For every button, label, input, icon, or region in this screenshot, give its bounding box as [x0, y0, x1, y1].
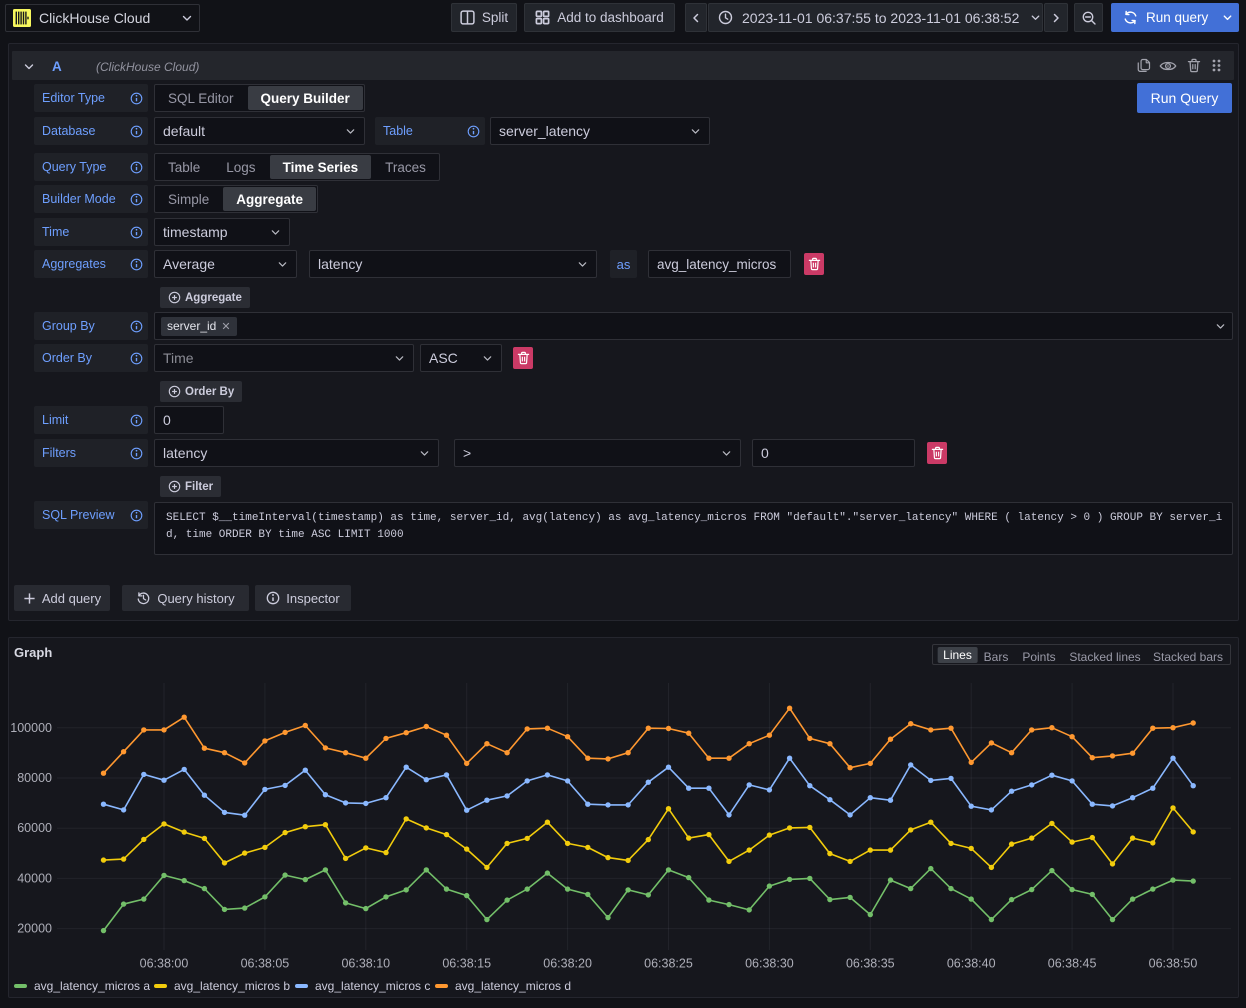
svg-text:06:38:45: 06:38:45	[1048, 957, 1097, 971]
svg-text:06:38:20: 06:38:20	[543, 957, 592, 971]
svg-text:80000: 80000	[17, 771, 52, 785]
svg-text:06:38:35: 06:38:35	[846, 957, 895, 971]
svg-text:06:38:25: 06:38:25	[644, 957, 693, 971]
svg-text:06:38:10: 06:38:10	[341, 957, 390, 971]
svg-text:40000: 40000	[17, 871, 52, 885]
svg-text:06:38:40: 06:38:40	[947, 957, 996, 971]
svg-text:06:38:00: 06:38:00	[140, 957, 189, 971]
svg-text:20000: 20000	[17, 922, 52, 936]
svg-text:60000: 60000	[17, 821, 52, 835]
svg-text:06:38:30: 06:38:30	[745, 957, 794, 971]
svg-text:06:38:50: 06:38:50	[1149, 957, 1198, 971]
svg-text:06:38:15: 06:38:15	[442, 957, 491, 971]
svg-text:100000: 100000	[10, 721, 52, 735]
svg-text:06:38:05: 06:38:05	[241, 957, 290, 971]
